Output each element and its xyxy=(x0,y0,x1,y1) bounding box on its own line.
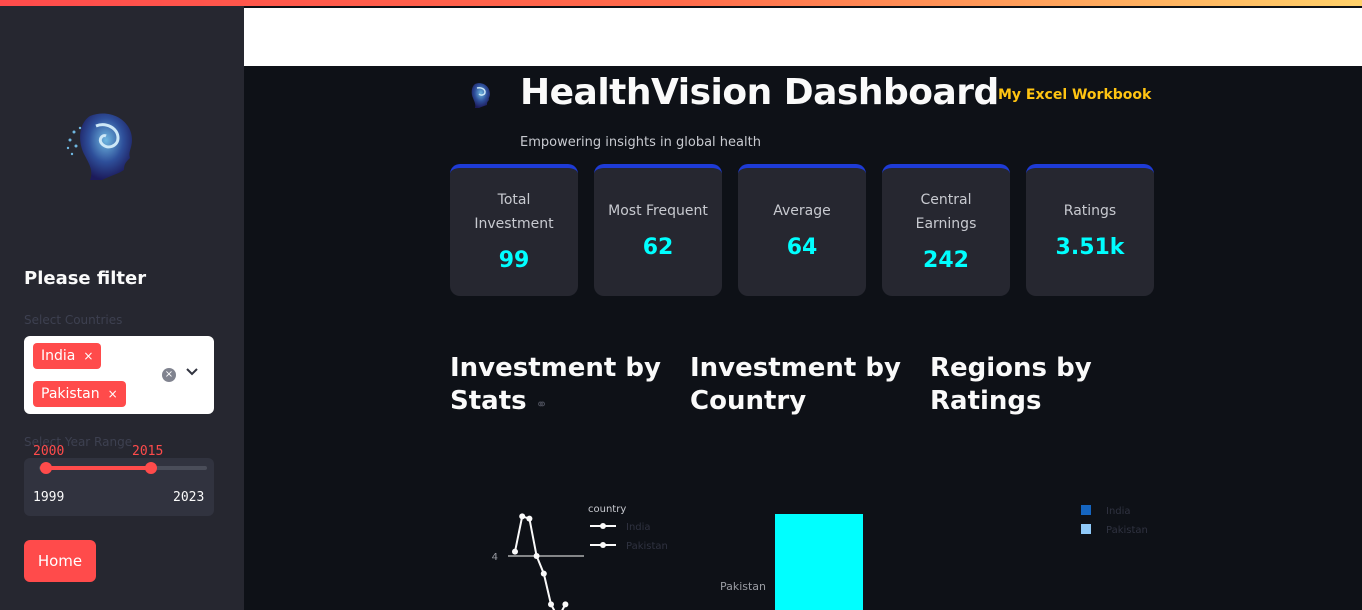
country-tag-label: India xyxy=(41,348,76,364)
slider-max-label: 2023 xyxy=(173,490,205,505)
legend-title: country xyxy=(588,504,626,515)
bar-pakistan[interactable] xyxy=(775,514,863,610)
metric-card-average: Average 64 xyxy=(738,164,866,296)
slider-track-fill xyxy=(46,466,151,470)
metric-label: Total xyxy=(497,192,531,208)
page-subtitle: Empowering insights in global health xyxy=(520,135,761,150)
countries-multiselect[interactable]: India × Pakistan × × xyxy=(24,336,214,414)
legend-label-pakistan: Pakistan xyxy=(626,541,668,552)
section-title-line: Regions by xyxy=(930,353,1092,383)
country-tag-label: Pakistan xyxy=(41,386,100,402)
metric-card-central-earnings: Central Earnings 242 xyxy=(882,164,1010,296)
stats-section-title: Investment by Stats ⚭ xyxy=(450,352,670,422)
data-point[interactable] xyxy=(512,548,518,555)
legend-label-pakistan: Pakistan xyxy=(1106,525,1148,536)
metric-label: Investment xyxy=(474,216,554,232)
metric-label: Ratings xyxy=(1063,203,1117,219)
app-logo-icon xyxy=(66,113,132,180)
metric-value: 64 xyxy=(786,235,818,260)
remove-pakistan-icon[interactable]: × xyxy=(108,387,118,401)
slider-min-label: 1999 xyxy=(33,490,65,505)
page-title: HealthVision Dashboard xyxy=(520,72,999,113)
bar-category-label: Pakistan xyxy=(720,580,766,593)
metric-card-total-investment: Total Investment 99 xyxy=(450,164,578,296)
metric-label: Most Frequent xyxy=(608,203,708,219)
metric-label: Average xyxy=(773,203,831,219)
legend-item-pakistan[interactable]: Pakistan xyxy=(590,541,668,552)
header-logo-icon xyxy=(471,83,490,108)
clear-all-icon[interactable]: × xyxy=(162,368,176,382)
metric-card-ratings: Ratings 3.51k xyxy=(1026,164,1154,296)
slider-thumb-high[interactable] xyxy=(145,462,157,474)
legend-label-india: India xyxy=(1106,506,1131,517)
legend-marker-india xyxy=(600,523,606,529)
series-line-india xyxy=(514,515,567,610)
legend-marker-pakistan xyxy=(600,542,606,548)
investment-stats-line-chart[interactable]: 4 country India Pakistan xyxy=(480,495,680,610)
metric-value: 242 xyxy=(923,248,969,273)
slider-value-low: 2000 xyxy=(33,444,65,459)
legend-item-india[interactable]: India xyxy=(590,522,651,533)
chevron-down-icon[interactable] xyxy=(186,364,198,380)
legend-label-india: India xyxy=(626,522,651,533)
section-title-line: Investment by xyxy=(450,353,661,383)
y-tick-label: 4 xyxy=(492,552,498,563)
metric-value: 99 xyxy=(498,248,530,273)
section-title-line: Ratings xyxy=(930,386,1042,416)
anchor-link-icon[interactable]: ⚭ xyxy=(536,397,548,413)
legend-swatch-pakistan xyxy=(1081,524,1091,534)
remove-india-icon[interactable]: × xyxy=(83,349,93,363)
excel-workbook-link[interactable]: My Excel Workbook xyxy=(998,87,1151,103)
metric-label: Earnings xyxy=(915,216,977,232)
slider-value-high: 2015 xyxy=(132,444,164,459)
data-point[interactable] xyxy=(533,553,540,559)
data-point[interactable] xyxy=(519,513,526,520)
section-title-line: Country xyxy=(690,386,807,416)
data-point[interactable] xyxy=(540,570,547,577)
data-point[interactable] xyxy=(562,601,569,608)
regions-section-title: Regions by Ratings xyxy=(930,352,1150,418)
legend-item-india[interactable]: India xyxy=(1081,505,1131,517)
investment-country-bar-chart[interactable]: Pakistan xyxy=(700,505,900,610)
countries-label: Select Countries xyxy=(24,313,123,327)
data-point[interactable] xyxy=(526,515,533,522)
sidebar xyxy=(0,6,244,610)
home-button[interactable]: Home xyxy=(24,540,96,582)
section-title-line: Stats xyxy=(450,386,527,416)
data-point[interactable] xyxy=(548,601,554,608)
country-tag-pakistan[interactable]: Pakistan × xyxy=(33,381,126,407)
regions-ratings-pie-chart[interactable]: India Pakistan xyxy=(1070,498,1200,548)
country-section-title: Investment by Country xyxy=(690,352,910,418)
section-title-line: Investment by xyxy=(690,353,901,383)
legend-item-pakistan[interactable]: Pakistan xyxy=(1081,524,1148,536)
slider-thumb-low[interactable] xyxy=(40,462,52,474)
header-bar xyxy=(244,8,1362,66)
metric-value: 62 xyxy=(642,235,674,260)
filter-title: Please filter xyxy=(24,268,147,289)
country-tag-india[interactable]: India × xyxy=(33,343,102,369)
metric-card-most-frequent: Most Frequent 62 xyxy=(594,164,722,296)
legend-swatch-india xyxy=(1081,505,1091,515)
metric-label: Central xyxy=(920,192,972,208)
metric-value: 3.51k xyxy=(1055,235,1125,260)
